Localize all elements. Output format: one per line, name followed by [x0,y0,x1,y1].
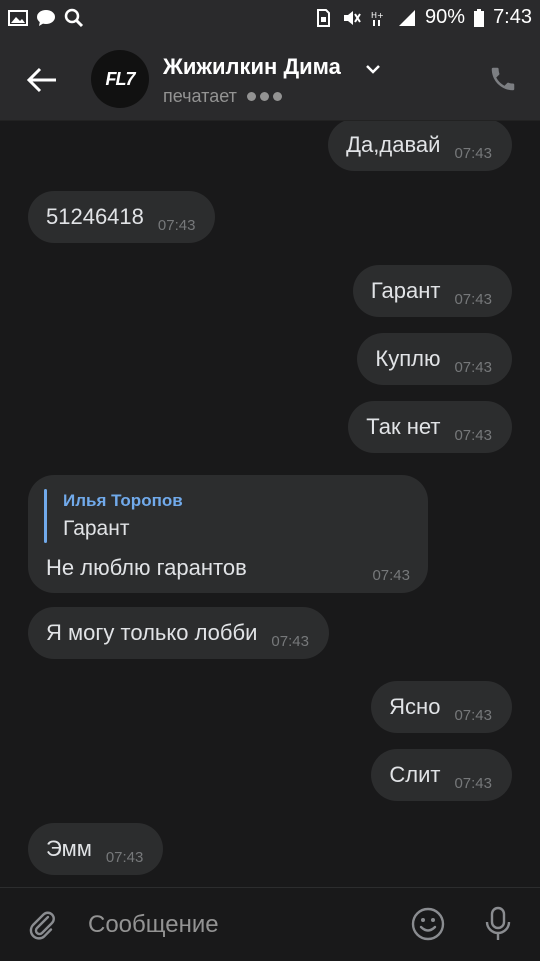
mute-icon [344,10,361,25]
paperclip-icon[interactable] [26,908,58,940]
back-arrow-icon[interactable] [22,60,62,100]
svg-text:H+: H+ [371,11,384,20]
sim-icon [317,8,331,27]
message-time: 07:43 [105,848,144,866]
message-bubble-in[interactable]: 51246418 07:43 [28,191,216,243]
message-list[interactable]: Да,давай 07:43 51246418 07:43 Гарант 07:… [0,121,540,887]
message-bubble-out[interactable]: Гарант 07:43 [352,265,512,317]
message-text: Да,давай [346,132,441,157]
message-bubble-out[interactable]: Куплю 07:43 [357,333,512,385]
message-bubble-out[interactable]: Да,давай 07:43 [328,121,512,171]
message-text: Гарант [370,278,441,303]
message-text: Так нет [366,414,441,439]
message-time: 07:43 [454,426,492,444]
message-composer [0,887,540,961]
message-bubble-reply[interactable]: Илья Торопов Гарант Не люблю гарантов 07… [28,475,428,593]
message-time: 07:43 [157,216,196,234]
emoji-icon[interactable] [410,906,446,942]
reply-bar [44,489,47,543]
clock: 7:43 [493,6,532,28]
search-icon [64,8,84,28]
typing-dots-icon [246,92,282,101]
battery-percent: 90% [425,6,466,28]
message-bubble-in[interactable]: Я могу только лобби 07:43 [28,607,329,659]
status-bar: H+ 90% 7:43 [0,0,540,38]
message-text: Слит [389,762,441,787]
typing-label: печатает [163,86,237,106]
message-bubble-out[interactable]: Ясно 07:43 [371,681,512,733]
message-text: Я могу только лобби [46,620,258,645]
contact-status: печатает [163,86,282,107]
signal-icon [399,9,416,26]
reply-quoted-text[interactable]: Гарант [63,517,129,541]
message-text: Не люблю гарантов [46,555,247,580]
chat-header: FL7 Жижилкин Дима печатает [0,38,540,121]
message-time: 07:43 [454,774,492,792]
avatar-logo: FL7 [105,68,135,89]
network-icon: H+ [371,11,384,26]
message-icon [37,10,55,26]
message-text: Эмм [46,836,92,861]
message-time: 07:43 [271,632,309,650]
message-bubble-out[interactable]: Так нет 07:43 [348,401,512,453]
contact-name[interactable]: Жижилкин Дима [163,54,341,80]
battery-icon [474,8,485,27]
gallery-icon [8,10,28,26]
phone-icon[interactable] [488,64,518,94]
message-time: 07:43 [454,290,492,308]
message-bubble-out[interactable]: Слит 07:43 [371,749,512,801]
message-time: 07:43 [372,567,410,584]
message-text: Куплю [375,346,441,371]
chevron-down-icon[interactable] [364,60,382,78]
message-time: 07:43 [454,706,492,724]
avatar[interactable]: FL7 [91,50,149,108]
message-text: Ясно [389,694,441,719]
message-bubble-in[interactable]: Эмм 07:43 [28,823,164,875]
message-time: 07:43 [454,358,492,376]
message-time: 07:43 [454,144,492,162]
reply-author[interactable]: Илья Торопов [63,491,183,511]
message-input[interactable] [86,906,390,944]
message-text: 51246418 [46,204,144,229]
microphone-icon[interactable] [482,906,514,942]
